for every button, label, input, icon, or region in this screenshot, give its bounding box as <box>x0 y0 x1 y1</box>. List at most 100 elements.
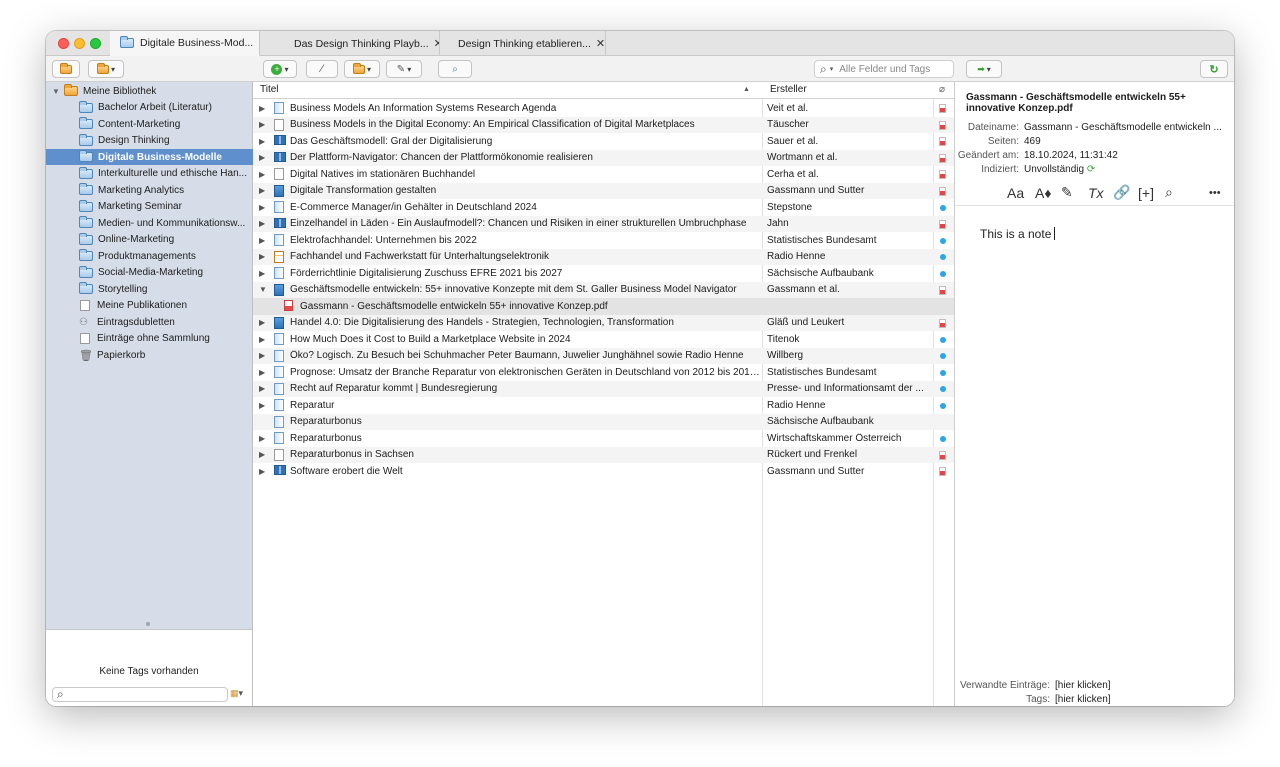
expand-arrow-icon[interactable]: ▶ <box>259 384 265 393</box>
pane-splitter[interactable] <box>146 622 150 626</box>
table-row[interactable]: ▶ Förderrichtlinie Digitalisierung Zuschu… <box>253 265 954 282</box>
link-attachment-icon[interactable] <box>940 353 946 359</box>
table-row[interactable]: Reparaturbonus Sächsische Aufbaubank <box>253 413 954 430</box>
table-row[interactable]: ▶ Einzelhandel in Läden - Ein Auslaufmode… <box>253 215 954 232</box>
library-root[interactable]: ▼ Meine Bibliothek <box>46 83 253 99</box>
expand-arrow-icon[interactable]: ▶ <box>259 269 265 278</box>
creator-column-header[interactable]: Ersteller <box>770 84 807 95</box>
link-attachment-icon[interactable] <box>940 254 946 260</box>
collection-item[interactable]: Content-Marketing <box>46 116 253 132</box>
collection-item[interactable]: Medien- und Kommunikationsw... <box>46 215 253 231</box>
table-row[interactable]: ▶ Prognose: Umsatz der Branche Reparatur … <box>253 364 954 381</box>
tag-actions-button[interactable]: ▦▾ <box>230 688 243 699</box>
pdf-attachment-icon[interactable] <box>939 285 946 295</box>
title-column-header[interactable]: Titel <box>260 84 279 95</box>
tab-document-2[interactable]: Design Thinking etablieren... ✕ <box>440 31 606 56</box>
pdf-attachment-icon[interactable] <box>939 120 946 130</box>
new-collection-button[interactable] <box>52 60 80 78</box>
collection-item[interactable]: Marketing Seminar <box>46 199 253 215</box>
table-row[interactable]: ▶ How Much Does it Cost to Build a Market… <box>253 331 954 348</box>
trash-item[interactable]: 🗑 Papierkorb <box>46 347 253 363</box>
filename-value[interactable]: Gassmann - Geschäftsmodelle entwickeln .… <box>1024 122 1224 133</box>
expand-arrow-icon[interactable]: ▶ <box>259 401 265 410</box>
expand-arrow-icon[interactable]: ▶ <box>259 351 265 360</box>
pdf-attachment-icon[interactable] <box>939 104 946 113</box>
expand-arrow-icon[interactable]: ▼ <box>51 87 61 96</box>
link-attachment-icon[interactable] <box>940 435 946 442</box>
new-library-menu-button[interactable]: ▾ <box>88 60 124 78</box>
new-item-button[interactable]: + ▾ <box>263 60 297 78</box>
expand-arrow-icon[interactable]: ▶ <box>259 252 265 261</box>
more-options-icon[interactable]: ••• <box>1209 187 1221 199</box>
table-row[interactable]: ▼ Geschäftsmodelle entwickeln: 55+ innova… <box>253 281 954 298</box>
link-attachment-icon[interactable] <box>940 369 946 376</box>
table-row[interactable]: ▶ Software erobert die Welt Gassmann und S… <box>253 463 954 480</box>
close-window-button[interactable] <box>58 38 69 49</box>
zoom-window-button[interactable] <box>90 38 101 49</box>
link-attachment-icon[interactable] <box>940 237 946 244</box>
reindex-icon[interactable]: ⟳ <box>1087 164 1095 175</box>
pdf-attachment-icon[interactable] <box>939 318 946 328</box>
link-attachment-icon[interactable] <box>940 402 946 409</box>
expand-arrow-icon[interactable]: ▶ <box>259 170 265 179</box>
table-row[interactable]: ▶ Der Plattform-Navigator: Chancen der Pl… <box>253 149 954 166</box>
table-row[interactable]: ▶ Digital Natives im stationären Buchhand… <box>253 166 954 183</box>
pdf-attachment-icon[interactable] <box>939 170 946 179</box>
pdf-attachment-icon[interactable] <box>939 219 946 229</box>
collection-item[interactable]: Marketing Analytics <box>46 182 253 198</box>
pdf-attachment-icon[interactable] <box>939 186 946 196</box>
collection-item[interactable]: Online-Marketing <box>46 232 253 248</box>
highlight-icon[interactable]: ✎ <box>1061 184 1073 201</box>
clear-formatting-icon[interactable]: Tx <box>1088 185 1104 201</box>
attachment-column-icon[interactable]: ⌀ <box>939 84 945 95</box>
collapse-arrow-icon[interactable]: ▼ <box>259 285 267 294</box>
expand-arrow-icon[interactable]: ▶ <box>259 236 265 245</box>
text-size-icon[interactable]: A♦ <box>1035 185 1051 201</box>
expand-arrow-icon[interactable]: ▶ <box>259 450 265 459</box>
collection-item[interactable]: Bachelor Arbeit (Literatur) <box>46 100 253 116</box>
expand-arrow-icon[interactable]: ▶ <box>259 186 265 195</box>
attachment-row[interactable]: Gassmann - Geschäftsmodelle entwickeln 5… <box>253 298 954 315</box>
table-row[interactable]: ▶ Das Geschäftsmodell: Gral der Digitalis… <box>253 133 954 150</box>
expand-arrow-icon[interactable]: ▶ <box>259 219 265 228</box>
table-row[interactable]: ▶ Business Models An Information Systems … <box>253 100 954 117</box>
pdf-attachment-icon[interactable] <box>939 137 946 146</box>
table-row[interactable]: ▶ E-Commerce Manager/in Gehälter in Deuts… <box>253 199 954 216</box>
expand-arrow-icon[interactable]: ▶ <box>259 368 265 377</box>
my-publications-item[interactable]: Meine Publikationen <box>46 298 253 314</box>
table-row[interactable]: ▶ Reparatur Radio Henne <box>253 397 954 414</box>
go-forward-menu-button[interactable]: ➡ ▾ <box>966 60 1002 78</box>
collection-item-selected[interactable]: Digitale Business-Modelle <box>46 149 253 165</box>
sort-ascending-icon[interactable]: ▲ <box>743 86 750 93</box>
pdf-attachment-icon[interactable] <box>939 153 946 163</box>
collection-item[interactable]: Design Thinking <box>46 133 253 149</box>
insert-citation-icon[interactable]: [+] <box>1138 185 1154 201</box>
table-row[interactable]: ▶ Handel 4.0: Die Digitalisierung des Han… <box>253 314 954 331</box>
link-icon[interactable]: 🔗 <box>1113 184 1130 201</box>
table-row[interactable]: ▶ Fachhandel und Fachwerkstatt für Unterh… <box>253 248 954 265</box>
font-format-icon[interactable]: Aa <box>1007 185 1024 201</box>
expand-arrow-icon[interactable]: ▶ <box>259 335 265 344</box>
minimize-window-button[interactable] <box>74 38 85 49</box>
table-row[interactable]: ▶ Reparaturbonus Wirtschaftskammer Österre… <box>253 430 954 447</box>
expand-arrow-icon[interactable]: ▶ <box>259 120 265 129</box>
duplicates-item[interactable]: ⚇ Eintragsdubletten <box>46 314 253 330</box>
table-row[interactable]: ▶ Recht auf Reparatur kommt | Bundesregie… <box>253 380 954 397</box>
table-row[interactable]: ▶ Öko? Logisch. Zu Besuch bei Schuhmacher… <box>253 347 954 364</box>
add-by-identifier-button[interactable]: ⁄ <box>306 60 338 78</box>
expand-arrow-icon[interactable]: ▶ <box>259 137 265 146</box>
table-row[interactable]: ▶ Elektrofachhandel: Unternehmen bis 2022… <box>253 232 954 249</box>
link-attachment-icon[interactable] <box>940 270 946 277</box>
link-attachment-icon[interactable] <box>940 204 946 211</box>
table-row[interactable]: ▶ Business Models in the Digital Economy:… <box>253 116 954 133</box>
collection-item[interactable]: Social-Media-Marketing <box>46 265 253 281</box>
collection-item[interactable]: Storytelling <box>46 281 253 297</box>
table-row[interactable]: ▶ Digitale Transformation gestalten Gassma… <box>253 182 954 199</box>
expand-arrow-icon[interactable]: ▶ <box>259 467 265 476</box>
sync-button[interactable]: ↻ <box>1200 60 1228 78</box>
table-row[interactable]: ▶ Reparaturbonus in Sachsen Rückert und Fr… <box>253 446 954 463</box>
tag-filter-input[interactable]: ⌕ <box>52 687 228 702</box>
pdf-attachment-icon[interactable] <box>939 450 946 460</box>
new-note-menu-button[interactable]: ▾ <box>344 60 380 78</box>
expand-arrow-icon[interactable]: ▶ <box>259 153 265 162</box>
